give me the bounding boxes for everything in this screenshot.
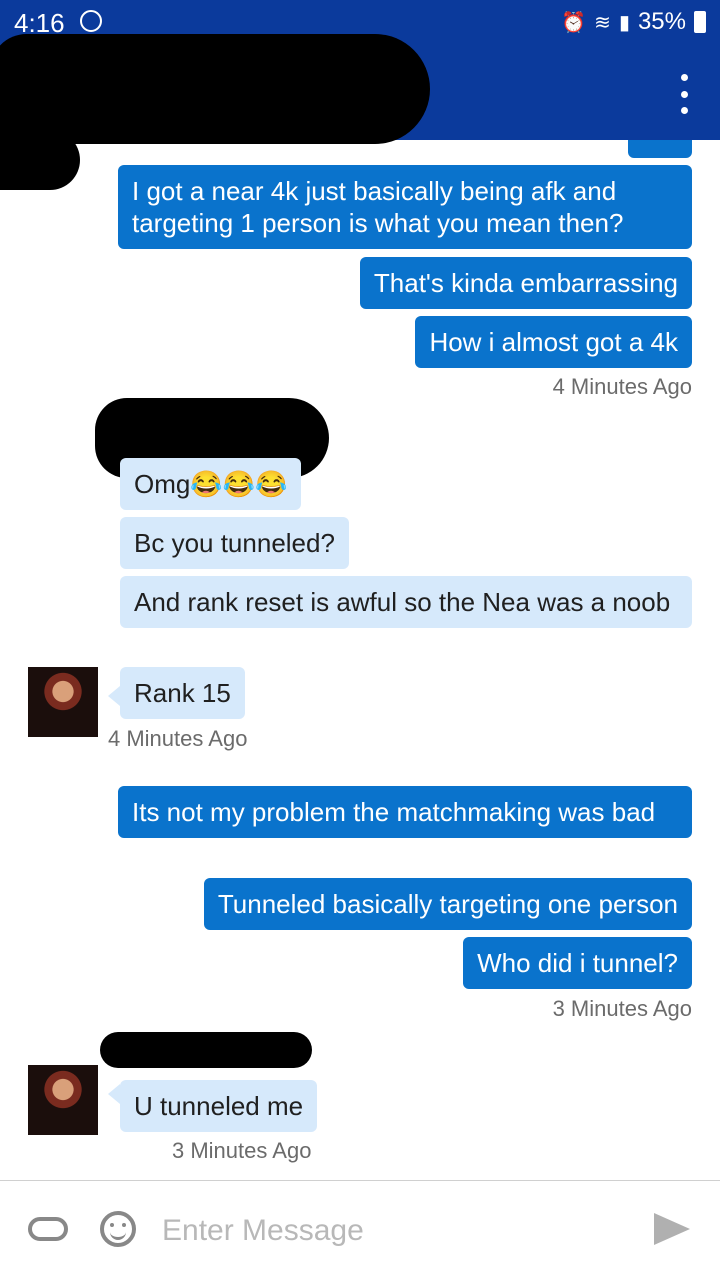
incoming-message[interactable]: Rank 15 (120, 667, 245, 719)
redacted-contact-name (0, 34, 430, 144)
outgoing-message[interactable]: I got a near 4k just basically being afk… (118, 165, 692, 249)
timestamp: 3 Minutes Ago (172, 1138, 312, 1163)
battery-icon (694, 11, 706, 33)
outgoing-message[interactable]: That's kinda embarrassing (359, 257, 692, 309)
avatar[interactable] (28, 667, 98, 737)
signal-icon: ▮ (618, 11, 630, 34)
incoming-message[interactable]: And rank reset is awful so the Nea was a… (120, 576, 692, 628)
more-vert-icon[interactable] (674, 74, 694, 114)
timestamp: 4 Minutes Ago (552, 374, 692, 399)
timestamp: 3 Minutes Ago (552, 996, 692, 1021)
bubble-tail (108, 686, 120, 706)
messenger-icon (80, 10, 102, 32)
message-composer (0, 1180, 720, 1281)
bubble-tail (108, 1084, 120, 1104)
redacted-sender-name (100, 1032, 312, 1068)
conversation-header (0, 34, 720, 144)
attach-icon[interactable] (28, 1217, 68, 1241)
incoming-message[interactable]: Omg😂😂😂 (120, 458, 302, 510)
alarm-icon: ⏰ (561, 11, 587, 34)
wifi-icon: ≋ (594, 11, 611, 34)
incoming-message[interactable]: Bc you tunneled? (120, 517, 349, 569)
outgoing-message[interactable]: Its not my problem the matchmaking was b… (118, 786, 692, 838)
incoming-message[interactable]: U tunneled me (120, 1080, 318, 1132)
message-list[interactable]: I got a near 4k just basically being afk… (0, 140, 720, 1180)
send-icon[interactable] (654, 1213, 690, 1245)
emoji-icon[interactable] (100, 1211, 136, 1247)
battery-percent: 35% (637, 8, 686, 35)
status-indicators: ⏰ ≋ ▮ 35% (561, 8, 706, 36)
outgoing-message[interactable]: How i almost got a 4k (415, 316, 692, 368)
timestamp: 4 Minutes Ago (108, 726, 248, 751)
avatar[interactable] (28, 1065, 98, 1135)
outgoing-message[interactable]: Tunneled basically targeting one person (203, 878, 692, 930)
message-input[interactable] (160, 1205, 624, 1257)
outgoing-message[interactable]: Who did i tunnel? (463, 937, 692, 989)
